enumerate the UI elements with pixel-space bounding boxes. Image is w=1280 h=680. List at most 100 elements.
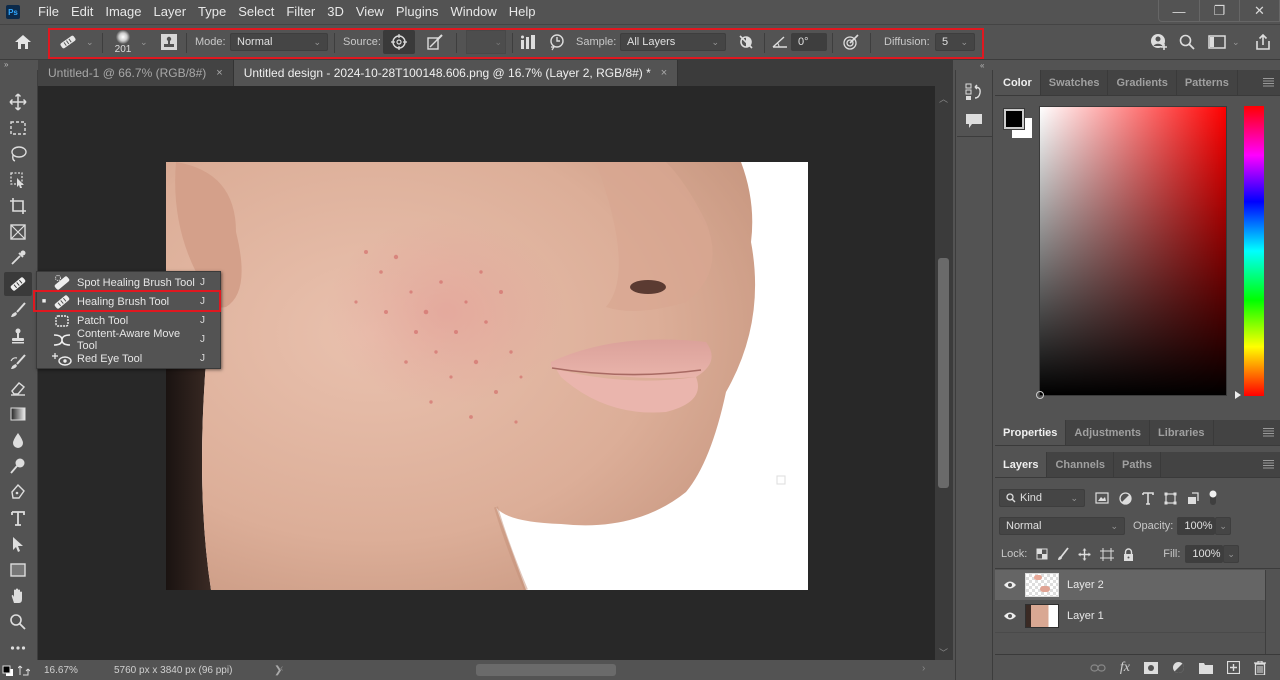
lock-transparent-pixels-icon[interactable] bbox=[1036, 548, 1048, 560]
restore-button[interactable]: ❐ bbox=[1199, 0, 1239, 22]
panel-menu-icon[interactable] bbox=[1263, 78, 1274, 87]
mode-dropdown[interactable]: Normal ⌄ bbox=[230, 25, 328, 59]
search-button[interactable] bbox=[1179, 25, 1195, 59]
rectangle-tool[interactable] bbox=[4, 558, 32, 582]
link-layers-icon[interactable] bbox=[1090, 663, 1106, 673]
flyout-item-red-eye[interactable]: Red Eye Tool J bbox=[37, 349, 220, 368]
source-pattern-button[interactable] bbox=[419, 25, 451, 59]
diffusion-dropdown[interactable]: 5 ⌄ bbox=[935, 25, 975, 59]
aligned-toggle[interactable] bbox=[520, 25, 536, 59]
flyout-item-spot-healing-brush[interactable]: Spot Healing Brush Tool J bbox=[37, 273, 220, 292]
menu-plugins[interactable]: Plugins bbox=[390, 0, 445, 24]
blur-tool[interactable] bbox=[4, 428, 32, 452]
tab-gradients[interactable]: Gradients bbox=[1108, 70, 1177, 95]
layer-row-layer-2[interactable]: Layer 2 bbox=[995, 570, 1265, 600]
tab-untitled-design[interactable]: Untitled design - 2024-10-28T100148.606.… bbox=[233, 60, 679, 86]
filter-pixel-icon[interactable] bbox=[1095, 492, 1109, 504]
home-button[interactable] bbox=[14, 25, 38, 59]
visibility-eye-icon[interactable] bbox=[995, 580, 1025, 590]
horizontal-scrollbar[interactable]: ‹ › bbox=[280, 662, 935, 678]
scroll-down-icon[interactable]: ﹀ bbox=[939, 646, 948, 659]
zoom-tool[interactable] bbox=[4, 610, 32, 634]
flyout-item-healing-brush[interactable]: ■ Healing Brush Tool J bbox=[37, 292, 220, 311]
tab-color[interactable]: Color bbox=[995, 70, 1041, 95]
angle-input[interactable]: 0° bbox=[791, 25, 827, 59]
scroll-left-icon[interactable]: ‹ bbox=[280, 663, 283, 674]
menu-layer[interactable]: Layer bbox=[148, 0, 193, 24]
tab-adjustments[interactable]: Adjustments bbox=[1066, 420, 1151, 445]
comments-panel-button[interactable] bbox=[965, 113, 983, 132]
menu-edit[interactable]: Edit bbox=[65, 0, 99, 24]
filter-shape-icon[interactable] bbox=[1164, 492, 1177, 505]
brush-tool[interactable] bbox=[4, 298, 32, 322]
menu-image[interactable]: Image bbox=[99, 0, 147, 24]
tab-channels[interactable]: Channels bbox=[1047, 452, 1114, 477]
document-canvas[interactable] bbox=[166, 162, 808, 590]
swap-colors-icon[interactable] bbox=[18, 665, 30, 677]
layer-style-fx-icon[interactable]: fx bbox=[1120, 660, 1130, 676]
new-layer-icon[interactable] bbox=[1227, 661, 1240, 674]
healing-brush-tool[interactable] bbox=[4, 272, 32, 296]
horizontal-scroll-thumb[interactable] bbox=[476, 664, 616, 676]
color-picker-cursor[interactable] bbox=[1036, 391, 1044, 399]
menu-filter[interactable]: Filter bbox=[280, 0, 321, 24]
filter-adjustment-icon[interactable] bbox=[1119, 491, 1132, 505]
add-mask-icon[interactable] bbox=[1144, 661, 1158, 674]
lasso-tool[interactable] bbox=[4, 142, 32, 166]
default-colors-icon[interactable] bbox=[2, 665, 14, 677]
dodge-tool[interactable] bbox=[4, 454, 32, 478]
hand-tool[interactable] bbox=[4, 584, 32, 608]
menu-file[interactable]: File bbox=[32, 0, 65, 24]
flyout-item-content-aware-move[interactable]: Content-Aware Move Tool J bbox=[37, 328, 220, 352]
menu-3d[interactable]: 3D bbox=[321, 0, 350, 24]
color-saturation-field[interactable] bbox=[1036, 106, 1227, 399]
menu-help[interactable]: Help bbox=[503, 0, 542, 24]
vertical-scroll-thumb[interactable] bbox=[938, 258, 949, 488]
scroll-right-icon[interactable]: › bbox=[922, 663, 925, 674]
close-window-button[interactable]: ✕ bbox=[1239, 0, 1279, 22]
lock-artboard-icon[interactable] bbox=[1100, 547, 1115, 561]
path-selection-tool[interactable] bbox=[4, 532, 32, 556]
marquee-tool[interactable] bbox=[4, 116, 32, 140]
zoom-level[interactable]: 16.67% bbox=[38, 665, 98, 676]
filter-type-icon[interactable] bbox=[1142, 491, 1154, 505]
close-tab-icon[interactable]: × bbox=[661, 67, 667, 79]
tab-layers[interactable]: Layers bbox=[995, 452, 1048, 477]
menu-view[interactable]: View bbox=[350, 0, 390, 24]
minimize-button[interactable]: — bbox=[1159, 0, 1199, 22]
tab-paths[interactable]: Paths bbox=[1114, 452, 1161, 477]
hue-slider[interactable] bbox=[1244, 106, 1264, 396]
scroll-up-icon[interactable]: ︿ bbox=[939, 92, 948, 105]
fill-dropdown[interactable]: ⌄ bbox=[1223, 545, 1240, 563]
new-group-folder-icon[interactable] bbox=[1199, 662, 1213, 674]
ignore-adjustment-layers-toggle[interactable] bbox=[738, 25, 754, 59]
adjustment-layer-icon[interactable] bbox=[1172, 661, 1185, 674]
clone-stamp-tool[interactable] bbox=[4, 324, 32, 348]
gradient-tool[interactable] bbox=[4, 402, 32, 426]
brush-picker[interactable]: 201 bbox=[112, 25, 134, 59]
lock-image-pixels-icon[interactable] bbox=[1057, 547, 1070, 561]
pen-tool[interactable] bbox=[4, 480, 32, 504]
delete-layer-trash-icon[interactable] bbox=[1254, 660, 1266, 675]
tab-untitled-1[interactable]: Untitled-1 @ 66.7% (RGB/8#) × bbox=[38, 60, 234, 86]
filter-kind-dropdown[interactable]: Kind ⌄ bbox=[999, 489, 1085, 507]
lock-position-icon[interactable] bbox=[1078, 548, 1091, 561]
history-panel-button[interactable] bbox=[964, 82, 984, 105]
vertical-scrollbar[interactable]: ︿ ﹀ bbox=[935, 86, 953, 660]
collapse-panels-icon[interactable]: « bbox=[980, 61, 984, 70]
opacity-dropdown[interactable]: ⌄ bbox=[1215, 517, 1232, 535]
menu-window[interactable]: Window bbox=[444, 0, 502, 24]
menu-select[interactable]: Select bbox=[232, 0, 280, 24]
object-selection-tool[interactable] bbox=[4, 168, 32, 192]
crop-tool[interactable] bbox=[4, 194, 32, 218]
tab-patterns[interactable]: Patterns bbox=[1177, 70, 1238, 95]
source-sampled-button[interactable] bbox=[383, 25, 415, 59]
use-legacy-toggle[interactable] bbox=[548, 25, 566, 59]
layer-row-layer-1[interactable]: Layer 1 bbox=[995, 601, 1265, 631]
share-button[interactable] bbox=[1255, 25, 1271, 59]
hue-slider-handle[interactable] bbox=[1235, 391, 1241, 399]
layers-scrollbar[interactable] bbox=[1265, 570, 1266, 654]
move-tool[interactable] bbox=[4, 90, 32, 114]
edit-toolbar-button[interactable] bbox=[4, 636, 32, 660]
tab-libraries[interactable]: Libraries bbox=[1150, 420, 1214, 445]
